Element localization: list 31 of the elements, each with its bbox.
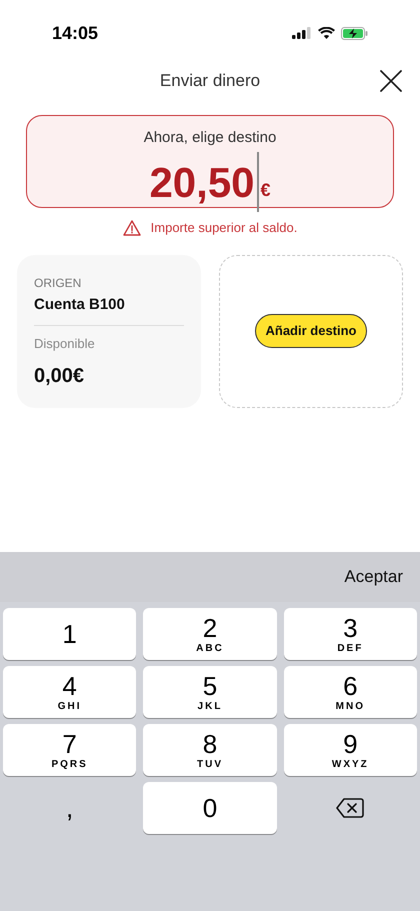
balance-amount: 0,00€ xyxy=(34,364,86,388)
origin-label: ORIGEN xyxy=(34,274,82,292)
accept-button[interactable]: Aceptar xyxy=(344,564,403,590)
amount-value: 20,50 xyxy=(149,160,255,206)
wifi-icon xyxy=(318,27,335,39)
close-button[interactable] xyxy=(378,68,404,94)
keypad-key[interactable]: 7 PQRS xyxy=(3,724,136,776)
signal-icon xyxy=(292,27,312,39)
keypad-key[interactable]: 8 TUV xyxy=(143,724,277,776)
close-icon xyxy=(378,68,404,94)
error-message: Importe superior al saldo. xyxy=(150,219,298,237)
currency-symbol: € xyxy=(260,178,271,202)
amount-prompt: Ahora, elige destino xyxy=(144,128,276,148)
keypad-key[interactable]: 3 DEF xyxy=(284,608,417,660)
screen-title: Enviar dinero xyxy=(160,70,260,92)
keypad-key[interactable]: 0 xyxy=(143,782,277,834)
account-name: Cuenta B100 xyxy=(34,294,126,314)
add-destination-button[interactable]: Añadir destino xyxy=(255,314,366,348)
keypad-key[interactable]: 2 ABC xyxy=(143,608,277,660)
comma-key[interactable]: , xyxy=(58,788,82,828)
status-time: 14:05 xyxy=(52,22,98,44)
keypad-key[interactable]: 4 GHI xyxy=(3,666,136,718)
keypad-key[interactable]: 1 xyxy=(3,608,136,660)
warning-icon xyxy=(122,220,141,236)
balance-label: Disponible xyxy=(34,335,96,353)
keypad-key[interactable]: 6 MNO xyxy=(284,666,417,718)
battery-charging-icon xyxy=(341,26,368,40)
backspace-icon xyxy=(336,797,364,819)
keypad-key[interactable]: 5 JKL xyxy=(143,666,277,718)
keypad-key[interactable]: 9 WXYZ xyxy=(284,724,417,776)
text-cursor xyxy=(256,152,259,212)
